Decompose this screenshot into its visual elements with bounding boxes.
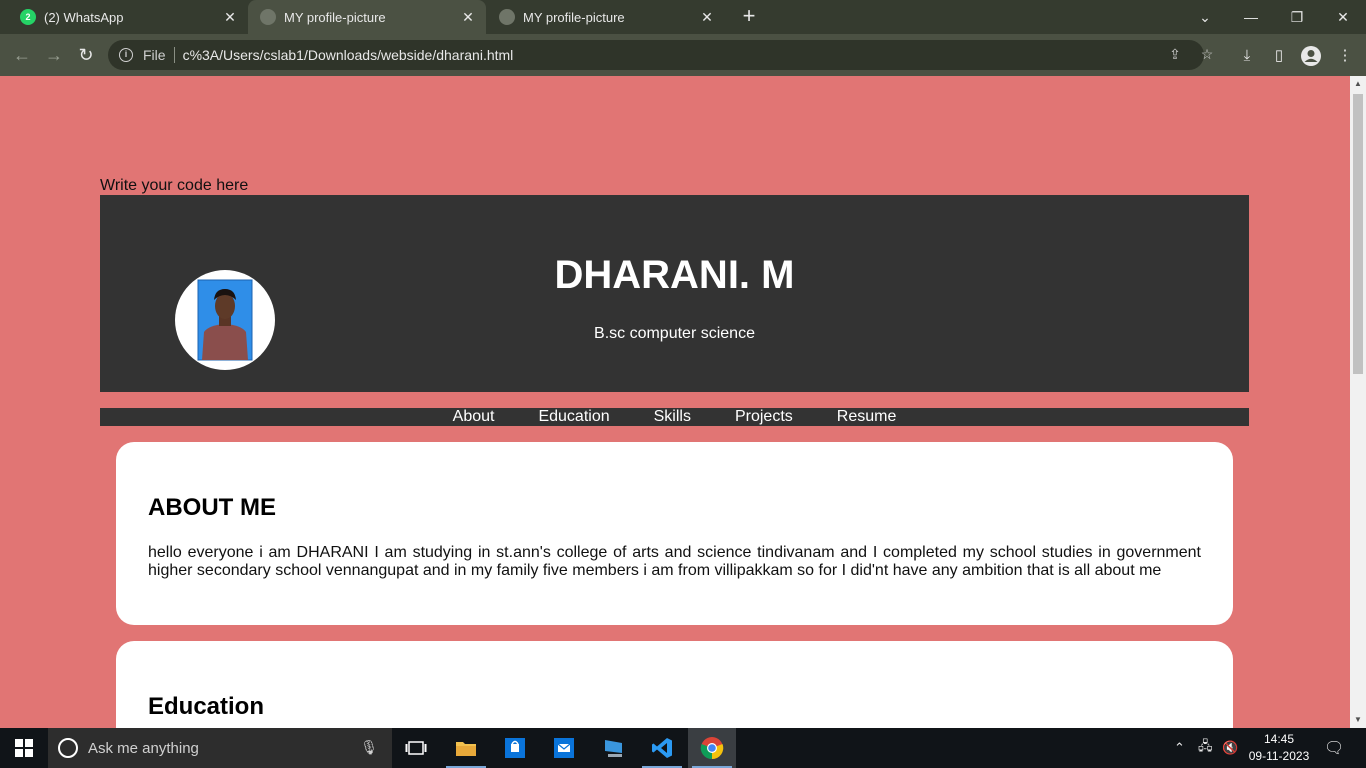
- main-nav: About Education Skills Projects Resume: [100, 408, 1249, 426]
- star-icon[interactable]: ☆: [1198, 46, 1216, 64]
- nav-link-education[interactable]: Education: [538, 408, 609, 426]
- download-icon[interactable]: ⤓: [1236, 45, 1258, 67]
- volume-muted-icon[interactable]: 🔇: [1222, 728, 1238, 768]
- tray-chevron-icon[interactable]: ⌃: [1174, 728, 1185, 768]
- start-button[interactable]: [0, 728, 48, 768]
- nav-link-projects[interactable]: Projects: [735, 408, 793, 426]
- restore-button[interactable]: ❐: [1274, 0, 1320, 34]
- task-view-icon[interactable]: [392, 728, 440, 768]
- tab-title: MY profile-picture: [284, 9, 386, 25]
- tab-profile-picture-active[interactable]: MY profile-picture ✕: [248, 0, 486, 34]
- kebab-menu-icon[interactable]: ⋮: [1334, 45, 1356, 67]
- url-text[interactable]: c%3A/Users/cslab1/Downloads/webside/dhar…: [183, 47, 514, 63]
- taskbar-search-box[interactable]: Ask me anything 🎙: [48, 728, 392, 768]
- microphone-icon[interactable]: 🎙: [360, 739, 378, 756]
- tab-title: MY profile-picture: [523, 9, 625, 25]
- taskbar-clock[interactable]: 14:45 09-11-2023: [1246, 731, 1312, 765]
- page-viewport: Write your code here DHARANI. M B.sc com…: [0, 76, 1350, 728]
- education-heading: Education: [148, 693, 265, 720]
- whatsapp-icon: 2: [20, 9, 36, 25]
- arrow-left-icon[interactable]: ←: [10, 43, 34, 67]
- browser-tab-strip: 2 (2) WhatsApp ✕ MY profile-picture ✕ MY…: [0, 0, 1366, 34]
- divider: [173, 47, 175, 63]
- store-icon[interactable]: [491, 728, 539, 768]
- computer-icon[interactable]: [590, 728, 638, 768]
- file-explorer-icon[interactable]: [442, 728, 490, 768]
- nav-link-resume[interactable]: Resume: [837, 408, 897, 426]
- education-section: Education: [116, 641, 1233, 728]
- arrow-right-icon[interactable]: →: [42, 43, 66, 67]
- about-heading: ABOUT ME: [148, 494, 276, 521]
- tab-whatsapp[interactable]: 2 (2) WhatsApp ✕: [8, 0, 248, 34]
- windows-logo-icon: [15, 739, 33, 757]
- new-tab-button[interactable]: +: [738, 5, 760, 28]
- reload-icon[interactable]: ↻: [74, 43, 98, 67]
- scroll-up-arrow-icon[interactable]: ▲: [1354, 80, 1362, 88]
- nav-link-skills[interactable]: Skills: [654, 408, 691, 426]
- nav-link-about[interactable]: About: [453, 408, 495, 426]
- close-icon[interactable]: ✕: [460, 9, 476, 25]
- window-close-button[interactable]: ✕: [1320, 0, 1366, 34]
- tab-profile-picture[interactable]: MY profile-picture ✕: [487, 0, 725, 34]
- scroll-down-arrow-icon[interactable]: ▼: [1354, 716, 1362, 724]
- mail-icon[interactable]: [540, 728, 588, 768]
- tab-title: (2) WhatsApp: [44, 9, 124, 25]
- search-placeholder: Ask me anything: [88, 739, 199, 757]
- close-icon[interactable]: ✕: [699, 9, 715, 25]
- share-icon[interactable]: ⇪: [1166, 46, 1184, 64]
- close-icon[interactable]: ✕: [222, 9, 238, 25]
- scrollbar-thumb[interactable]: [1353, 94, 1363, 374]
- info-icon[interactable]: i: [119, 48, 133, 62]
- side-panel-icon[interactable]: ▯: [1268, 45, 1290, 67]
- profile-subtitle: B.sc computer science: [594, 325, 755, 342]
- globe-icon: [260, 9, 276, 25]
- about-section: ABOUT ME hello everyone i am DHARANI I a…: [116, 442, 1233, 625]
- profile-name: DHARANI. M: [554, 253, 795, 297]
- address-bar[interactable]: i File c%3A/Users/cslab1/Downloads/websi…: [108, 40, 1213, 70]
- globe-icon: [499, 9, 515, 25]
- notification-center-icon[interactable]: 🗨: [1324, 728, 1344, 768]
- vertical-scrollbar[interactable]: ▲ ▼: [1350, 76, 1366, 728]
- placeholder-text: Write your code here: [100, 177, 249, 194]
- scheme-label: File: [143, 47, 166, 63]
- clock-date: 09-11-2023: [1248, 749, 1310, 763]
- profile-icon[interactable]: [1300, 45, 1322, 67]
- cortana-icon: [58, 738, 78, 758]
- network-icon[interactable]: 🖧: [1198, 728, 1213, 768]
- about-text: hello everyone i am DHARANI I am studyin…: [148, 544, 1201, 579]
- vscode-icon[interactable]: [638, 728, 686, 768]
- chrome-icon[interactable]: [688, 728, 736, 768]
- minimize-button[interactable]: —: [1228, 0, 1274, 34]
- tab-search-chevron-icon[interactable]: ⌄: [1182, 0, 1228, 34]
- clock-time: 14:45: [1263, 732, 1295, 746]
- windows-taskbar: Ask me anything 🎙 ⌃ 🖧 🔇 14:45 09-11-2023…: [0, 728, 1366, 768]
- profile-header: DHARANI. M B.sc computer science: [100, 195, 1249, 392]
